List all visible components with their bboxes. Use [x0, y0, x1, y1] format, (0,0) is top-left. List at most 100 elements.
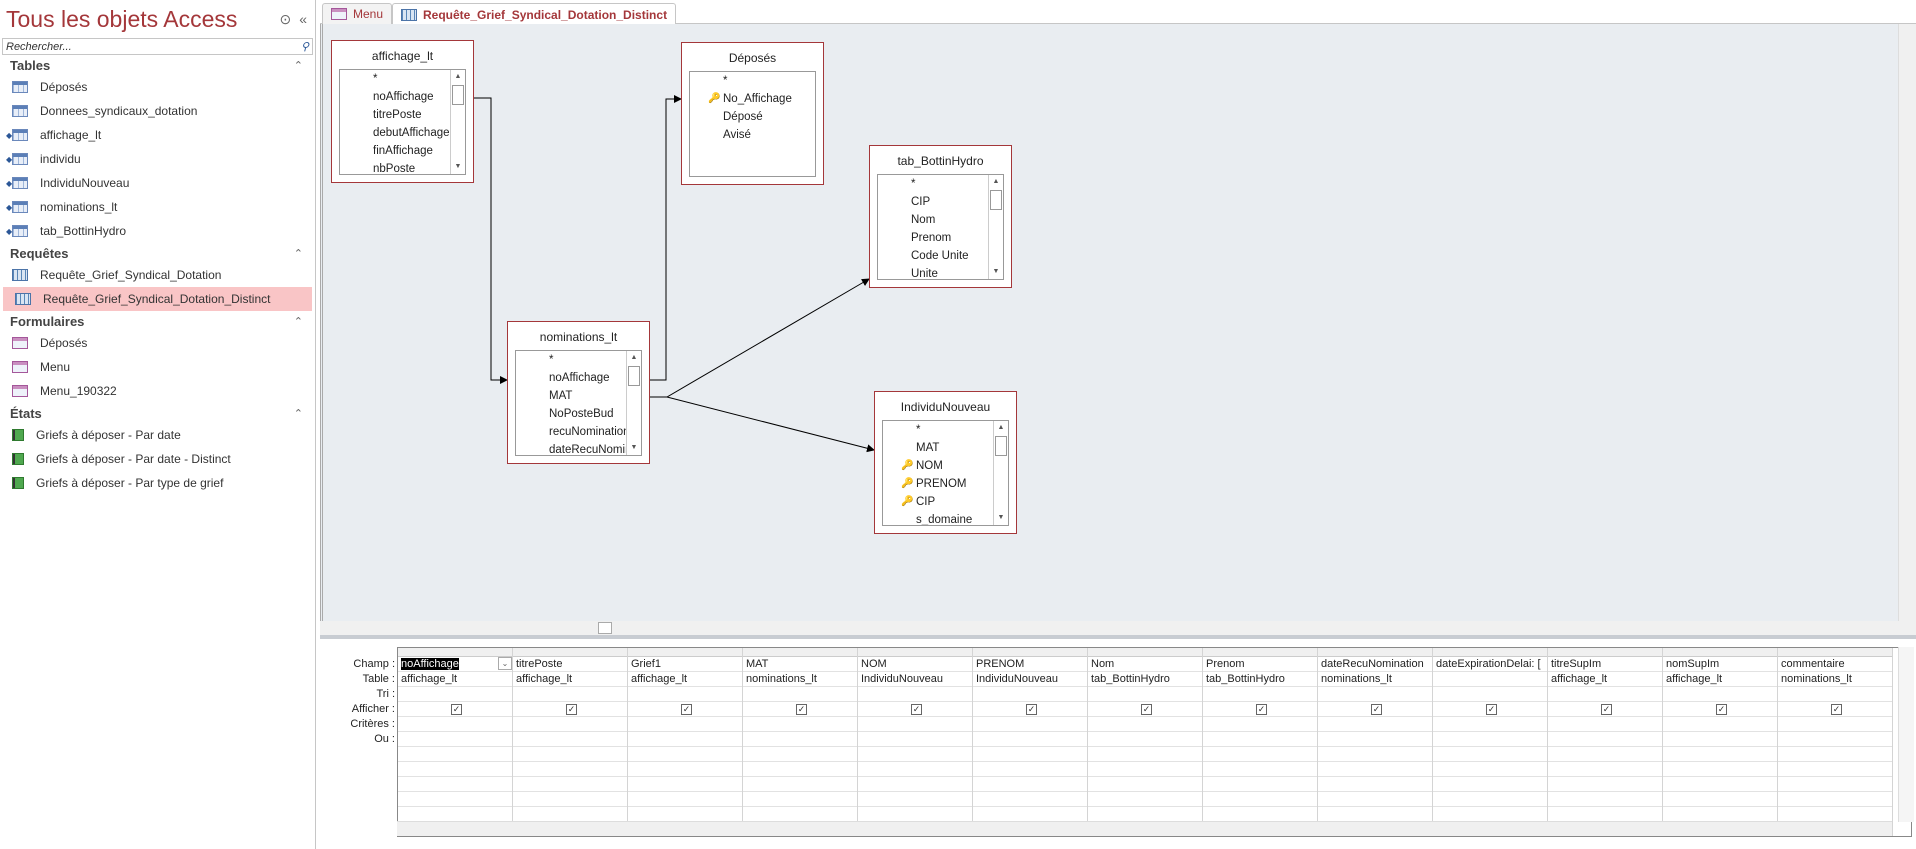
nav-item[interactable]: Déposés [0, 331, 315, 355]
nav-group-header[interactable]: Tables ⌃ [0, 55, 315, 75]
or-cell[interactable] [1088, 747, 1202, 762]
table-cell[interactable] [1433, 672, 1547, 687]
table-cell[interactable]: IndividuNouveau [973, 672, 1087, 687]
or-cell[interactable] [1318, 747, 1432, 762]
table-box-title[interactable]: nominations_lt [508, 322, 649, 350]
dropdown-arrow-icon[interactable]: ⌄ [498, 657, 512, 670]
or-cell[interactable] [398, 747, 512, 762]
table-cell[interactable]: nominations_lt [1778, 672, 1892, 687]
or-cell[interactable] [1203, 762, 1317, 777]
field-item[interactable]: Avisé [690, 126, 815, 144]
nav-item[interactable]: Requête_Grief_Syndical_Dotation_Distinct [3, 287, 312, 311]
criteria-cell[interactable] [1663, 717, 1777, 732]
show-checkbox[interactable]: ✓ [1026, 704, 1037, 715]
show-cell[interactable]: ✓ [1433, 702, 1547, 717]
or-cell[interactable] [973, 792, 1087, 807]
or-cell[interactable] [1778, 747, 1892, 762]
table-box-title[interactable]: IndividuNouveau [875, 392, 1016, 420]
table-box-title[interactable]: tab_BottinHydro [870, 146, 1011, 174]
or-cell[interactable] [1548, 762, 1662, 777]
or-cell[interactable] [1548, 777, 1662, 792]
table-box-title[interactable]: affichage_lt [332, 41, 473, 69]
or-cell[interactable] [973, 747, 1087, 762]
show-cell[interactable]: ✓ [743, 702, 857, 717]
field-list-scrollbar[interactable]: ▲ ▼ [626, 351, 641, 455]
or-cell[interactable] [1088, 732, 1202, 747]
criteria-cell[interactable] [1318, 717, 1432, 732]
criteria-cell[interactable] [1203, 717, 1317, 732]
scroll-up-icon[interactable]: ▲ [994, 421, 1008, 435]
table-box[interactable]: Déposés * 🔑 No_Affichage Déposé Avisé [681, 42, 824, 185]
field-item[interactable]: MAT [516, 387, 641, 405]
field-item[interactable]: 🔑 NOM [883, 457, 1008, 475]
or-cell[interactable] [1203, 777, 1317, 792]
sort-cell[interactable] [1433, 687, 1547, 702]
sort-cell[interactable] [858, 687, 972, 702]
or-cell[interactable] [973, 777, 1087, 792]
scroll-up-icon[interactable]: ▲ [989, 175, 1003, 189]
or-cell[interactable] [628, 792, 742, 807]
field-cell[interactable]: commentaire [1778, 657, 1892, 672]
criteria-cell[interactable] [1548, 717, 1662, 732]
or-cell[interactable] [1778, 777, 1892, 792]
criteria-cell[interactable] [628, 717, 742, 732]
show-checkbox[interactable]: ✓ [1486, 704, 1497, 715]
table-cell[interactable]: affichage_lt [628, 672, 742, 687]
search-input[interactable]: Rechercher... ⚲ [2, 38, 313, 55]
or-cell[interactable] [743, 762, 857, 777]
table-cell[interactable]: affichage_lt [398, 672, 512, 687]
field-item[interactable]: s_domaine [883, 511, 1008, 525]
criteria-cell[interactable] [398, 717, 512, 732]
sort-cell[interactable] [513, 687, 627, 702]
field-item[interactable]: 🔑 CIP [883, 493, 1008, 511]
or-cell[interactable] [1318, 732, 1432, 747]
scroll-down-icon[interactable]: ▼ [627, 441, 641, 455]
column-selector[interactable] [628, 648, 742, 657]
field-list[interactable]: * noAffichage MAT NoPosteBud recuNomination d… [515, 350, 642, 456]
table-cell[interactable]: tab_BottinHydro [1088, 672, 1202, 687]
column-selector[interactable] [398, 648, 512, 657]
criteria-cell[interactable] [1433, 717, 1547, 732]
nav-group-header[interactable]: Formulaires ⌃ [0, 311, 315, 331]
or-cell[interactable] [858, 747, 972, 762]
design-vertical-scrollbar[interactable] [1898, 24, 1916, 621]
scroll-thumb[interactable] [452, 85, 464, 105]
scroll-down-icon[interactable]: ▼ [994, 511, 1008, 525]
or-cell[interactable] [973, 762, 1087, 777]
nav-item[interactable]: ◆ nominations_lt [0, 195, 315, 219]
or-cell[interactable] [1088, 762, 1202, 777]
field-item[interactable]: MAT [883, 439, 1008, 457]
field-cell[interactable]: PRENOM [973, 657, 1087, 672]
show-checkbox[interactable]: ✓ [1141, 704, 1152, 715]
field-cell[interactable]: nomSupIm [1663, 657, 1777, 672]
column-selector[interactable] [1778, 648, 1892, 657]
or-cell[interactable] [628, 762, 742, 777]
table-cell[interactable]: tab_BottinHydro [1203, 672, 1317, 687]
or-cell[interactable] [1433, 792, 1547, 807]
scroll-thumb[interactable] [995, 436, 1007, 456]
design-horizontal-scrollbar[interactable] [320, 621, 1916, 635]
field-item[interactable]: dateRecuNomination [516, 441, 641, 455]
or-cell[interactable] [858, 777, 972, 792]
field-cell[interactable]: NOM [858, 657, 972, 672]
column-selector[interactable] [513, 648, 627, 657]
field-cell[interactable]: dateRecuNomination [1318, 657, 1432, 672]
field-item[interactable]: * [878, 175, 1003, 193]
criteria-cell[interactable] [973, 717, 1087, 732]
sort-cell[interactable] [1548, 687, 1662, 702]
field-item[interactable]: NoPosteBud [516, 405, 641, 423]
or-cell[interactable] [1318, 762, 1432, 777]
field-item[interactable]: nbPoste [340, 160, 465, 174]
nav-item[interactable]: Déposés [0, 75, 315, 99]
or-cell[interactable] [1778, 732, 1892, 747]
criteria-cell[interactable] [1778, 717, 1892, 732]
or-cell[interactable] [628, 747, 742, 762]
show-checkbox[interactable]: ✓ [566, 704, 577, 715]
dropdown-circle-icon[interactable]: ⊙ [279, 11, 291, 28]
field-item[interactable]: finAffichage [340, 142, 465, 160]
field-list[interactable]: * CIP Nom Prenom Code Unite Unite ▲ ▼ [877, 174, 1004, 280]
show-checkbox[interactable]: ✓ [451, 704, 462, 715]
nav-item[interactable]: ◆ affichage_lt [0, 123, 315, 147]
show-checkbox[interactable]: ✓ [681, 704, 692, 715]
collapse-pane-icon[interactable]: « [299, 11, 307, 28]
